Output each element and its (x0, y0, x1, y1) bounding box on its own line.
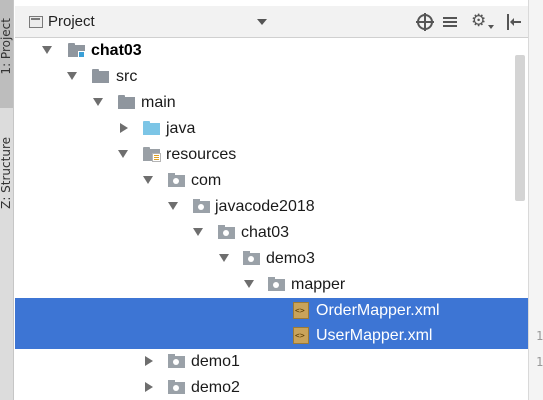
tree-label: demo1 (191, 353, 240, 370)
tree-label: resources (166, 146, 237, 163)
tree-row-javacode2018[interactable]: javacode2018 (15, 194, 528, 220)
expand-arrow-icon[interactable] (67, 72, 77, 80)
tree-row-mapper[interactable]: mapper (15, 272, 528, 298)
project-view-selector[interactable]: Project (48, 13, 95, 30)
expand-arrow-icon[interactable] (193, 228, 203, 236)
expand-arrow-icon[interactable] (244, 280, 254, 288)
project-tool-tab-label: 1: Project (0, 18, 13, 75)
tree-row-resources[interactable]: resources (15, 142, 528, 168)
vertical-scrollbar[interactable] (515, 55, 525, 201)
structure-tool-tab-label: Z: Structure (0, 137, 13, 209)
tree-label: main (141, 94, 176, 111)
folder-icon (118, 95, 135, 109)
tree-row-chat03-module[interactable]: chat03 (15, 38, 528, 64)
project-tree[interactable]: chat03 src main java resources com javac… (15, 38, 528, 400)
xml-file-icon: <> (293, 327, 309, 344)
tree-label: demo3 (266, 250, 315, 267)
package-icon (168, 380, 185, 394)
collapsed-arrow-icon[interactable] (145, 382, 153, 392)
tree-row-demo1[interactable]: demo1 (15, 349, 528, 375)
tree-label: src (116, 68, 138, 85)
tree-label: java (166, 120, 196, 137)
collapse-all-icon[interactable] (443, 14, 457, 30)
gear-dropdown-icon[interactable] (488, 25, 494, 29)
package-icon (268, 277, 285, 291)
source-folder-icon (143, 121, 160, 135)
tree-label: demo2 (191, 379, 240, 396)
tree-label: javacode2018 (215, 198, 315, 215)
gutter-line-number: 1 (536, 355, 543, 369)
tree-label: mapper (291, 276, 346, 293)
tree-row-com[interactable]: com (15, 168, 528, 194)
collapsed-arrow-icon[interactable] (120, 123, 128, 133)
chevron-down-icon[interactable] (257, 19, 267, 25)
tool-window-stripe: 1: Project Z: Structure (0, 0, 14, 400)
tree-label: UserMapper.xml (316, 327, 433, 344)
expand-arrow-icon[interactable] (219, 254, 229, 262)
tree-label: chat03 (91, 42, 142, 59)
tree-row-chat03-package[interactable]: chat03 (15, 220, 528, 246)
package-icon (168, 354, 185, 368)
tree-label: chat03 (241, 224, 290, 241)
expand-arrow-icon[interactable] (118, 150, 128, 158)
project-tool-window-header: Project ⚙ (15, 6, 528, 38)
tree-row-java[interactable]: java (15, 116, 528, 142)
package-icon (243, 251, 260, 265)
package-icon (193, 199, 210, 213)
expand-arrow-icon[interactable] (168, 202, 178, 210)
hide-icon[interactable] (507, 14, 521, 30)
module-folder-icon (68, 43, 85, 58)
resources-folder-icon (143, 147, 161, 162)
tree-row-main[interactable]: main (15, 90, 528, 116)
expand-arrow-icon[interactable] (93, 98, 103, 106)
package-icon (168, 173, 185, 187)
tree-label: OrderMapper.xml (316, 302, 440, 319)
folder-icon (92, 69, 109, 83)
structure-tool-tab[interactable]: Z: Structure (0, 125, 13, 235)
tree-row-demo2[interactable]: demo2 (15, 375, 528, 400)
tree-row-demo3[interactable]: demo3 (15, 246, 528, 272)
locate-icon[interactable] (416, 13, 434, 31)
project-view-icon (29, 16, 43, 28)
gutter-line-number: 1 (536, 329, 543, 343)
collapsed-arrow-icon[interactable] (145, 356, 153, 366)
package-icon (218, 225, 235, 239)
tree-label: com (191, 172, 222, 189)
tree-row-ordermapper-xml[interactable]: <> OrderMapper.xml (15, 298, 528, 324)
tree-row-src[interactable]: src (15, 64, 528, 90)
expand-arrow-icon[interactable] (42, 46, 52, 54)
xml-file-icon: <> (293, 302, 309, 319)
project-tool-tab[interactable]: 1: Project (0, 0, 13, 108)
expand-arrow-icon[interactable] (143, 176, 153, 184)
tree-row-usermapper-xml[interactable]: <> UserMapper.xml (15, 323, 528, 349)
